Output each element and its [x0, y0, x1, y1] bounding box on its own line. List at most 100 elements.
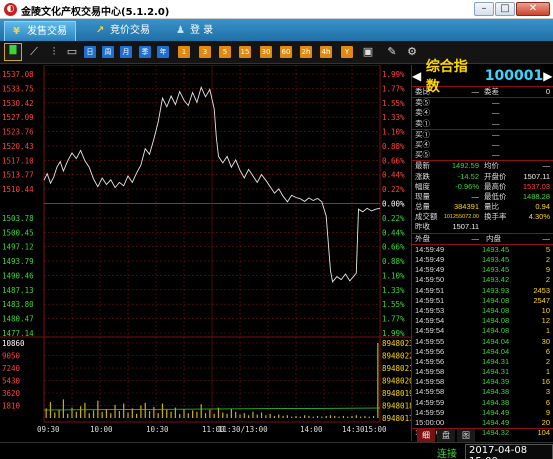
price-tick-label: 1497.12 — [2, 243, 34, 252]
bar-chart-button[interactable]: ▇ — [4, 43, 22, 61]
volume-bar — [157, 413, 159, 418]
tick-row: 14:59:58 1494.38 3 — [412, 387, 553, 397]
day-button[interactable]: 日 — [84, 46, 96, 58]
buy-book: 买① — 买④ — 买⑤ — — [412, 130, 553, 162]
volume-bar — [84, 402, 86, 418]
volume-bar — [351, 415, 353, 418]
tab-label: 发售交易 — [27, 26, 67, 37]
stat-label: 最新 — [415, 161, 430, 171]
stat-label: 成交额 — [415, 212, 438, 222]
yen-icon: ¥ — [13, 26, 20, 37]
price-tick-label: 1523.76 — [2, 128, 34, 137]
volume-bar — [153, 406, 155, 418]
min60-button[interactable]: 60 — [280, 46, 292, 58]
volume-tick-label: 5430 — [2, 377, 21, 386]
tick-list[interactable]: 14:59:49 1493.45 5 14:59:49 1493.45 2 14:59:49… — [412, 245, 553, 439]
tick-time: 14:59:53 — [415, 305, 445, 315]
min3-button[interactable]: 3 — [199, 46, 211, 58]
volume-bar — [295, 415, 297, 418]
pct-tick-label: 1.55% — [382, 99, 405, 108]
pct-tick-label: 1.77% — [382, 315, 405, 324]
volume-bar — [54, 412, 56, 418]
tick-time: 14:59:49 — [415, 244, 445, 254]
title-bar: ◐ 金陵文化产权交易中心(5.1.2.0) – □ ✕ — [0, 0, 553, 19]
tick-price: 1493.45 — [482, 265, 510, 275]
min1-button[interactable]: 1 — [178, 46, 190, 58]
stat-row: 总量 384391 量比 0.94 — [412, 202, 553, 212]
volume-bar — [252, 411, 254, 418]
volume-bar — [368, 416, 370, 418]
volume-bar — [118, 411, 120, 418]
quarter-button[interactable]: 季 — [139, 46, 151, 58]
buy-level-price: — — [492, 129, 500, 139]
gear-button[interactable]: ⚙ — [406, 46, 418, 58]
next-index-icon[interactable]: ▶ — [543, 69, 553, 83]
volume-bar — [372, 415, 375, 418]
weibi-value: — — [471, 87, 480, 96]
stat-value: 0.94 — [535, 202, 550, 212]
window-button[interactable]: ▭ — [66, 46, 78, 58]
stat-value: 1492.59 — [451, 161, 479, 171]
stat-label: 最低价 — [484, 191, 507, 201]
volume-bar — [114, 404, 116, 418]
pct-tick-label: 0.00% — [382, 200, 405, 209]
tick-volume: 2 — [545, 275, 550, 285]
month-button[interactable]: 月 — [120, 46, 132, 58]
stat-value: 1488.28 — [522, 191, 550, 201]
price-tick-label: 1513.77 — [2, 171, 34, 180]
volume-bar — [148, 411, 151, 418]
y-button[interactable]: Y — [341, 46, 353, 58]
tick-time: 14:59:59 — [415, 407, 445, 417]
volume-bar — [196, 411, 198, 418]
volume-bar — [127, 412, 129, 418]
tab-bid-trade[interactable]: ↗ 竞价交易 — [88, 21, 158, 41]
min30-button[interactable]: 30 — [260, 46, 272, 58]
volume-bar — [312, 416, 314, 418]
minimize-button[interactable]: – — [474, 2, 494, 16]
pct-tick-label: 0.44% — [382, 171, 405, 180]
min5-button[interactable]: 5 — [219, 46, 231, 58]
pct-tick-label: 0.22% — [382, 214, 405, 223]
stats-section: 最新 1492.59 均价 — 涨跌 -14.52 开盘价 1507.11 幅度 -0.96% 最高… — [412, 161, 553, 234]
week-button[interactable]: 周 — [102, 46, 114, 58]
year-button[interactable]: 年 — [157, 46, 169, 58]
panel-tab[interactable]: 图 — [457, 429, 475, 442]
panel-tab[interactable]: 细 — [417, 429, 435, 442]
volume-bar — [71, 407, 73, 418]
volume-bar — [321, 416, 323, 418]
panel-button[interactable]: ▣ — [362, 46, 374, 58]
h2-button[interactable]: 2h — [300, 46, 312, 58]
draw-button[interactable]: ✎ — [386, 46, 398, 58]
stat-value: 4.30% — [528, 212, 550, 222]
tick-row: 14:59:59 1494.38 6 — [412, 398, 553, 408]
line-chart-button[interactable]: ⟋ — [28, 46, 40, 58]
tick-time: 14:59:51 — [415, 285, 445, 295]
outer-value: — — [471, 233, 480, 243]
tick-row: 14:59:56 1494.31 2 — [412, 357, 553, 367]
panel-tab[interactable]: 盘 — [437, 429, 455, 442]
tick-price: 1493.45 — [482, 255, 510, 264]
volume-bar — [278, 414, 280, 418]
intraday-chart[interactable]: 1537.08 1.99% 1533.75 1.77% 1530.42 1.55% 1527… — [0, 65, 411, 442]
h4-button[interactable]: 4h — [320, 46, 332, 58]
candle-button[interactable]: ⫶ — [48, 46, 60, 58]
min15-button[interactable]: 15 — [239, 46, 251, 58]
base-price-marker — [0, 198, 42, 209]
stat-value: 101255072.00 — [443, 214, 479, 221]
maximize-button[interactable]: □ — [495, 2, 515, 16]
volume-tick-label: 10860 — [2, 339, 25, 348]
volume-bar — [62, 399, 64, 418]
outer-label: 外盘 — [415, 233, 430, 243]
tab-primary-trade[interactable]: ¥ 发售交易 — [4, 21, 76, 41]
avg-tick-label: 8948017 — [382, 414, 411, 423]
volume-bar — [80, 406, 82, 418]
close-button[interactable]: ✕ — [516, 2, 550, 16]
prev-index-icon[interactable]: ◀ — [412, 69, 422, 83]
tick-volume: 3 — [545, 387, 550, 397]
stat-label: 昨收 — [415, 222, 430, 232]
buy-level-label: 买⑤ — [415, 150, 430, 160]
tab-login[interactable]: ♟ 登 录 — [168, 21, 221, 41]
volume-bar — [291, 416, 293, 418]
pct-tick-label: 1.10% — [382, 128, 405, 137]
stat-label: 换手率 — [484, 212, 507, 222]
